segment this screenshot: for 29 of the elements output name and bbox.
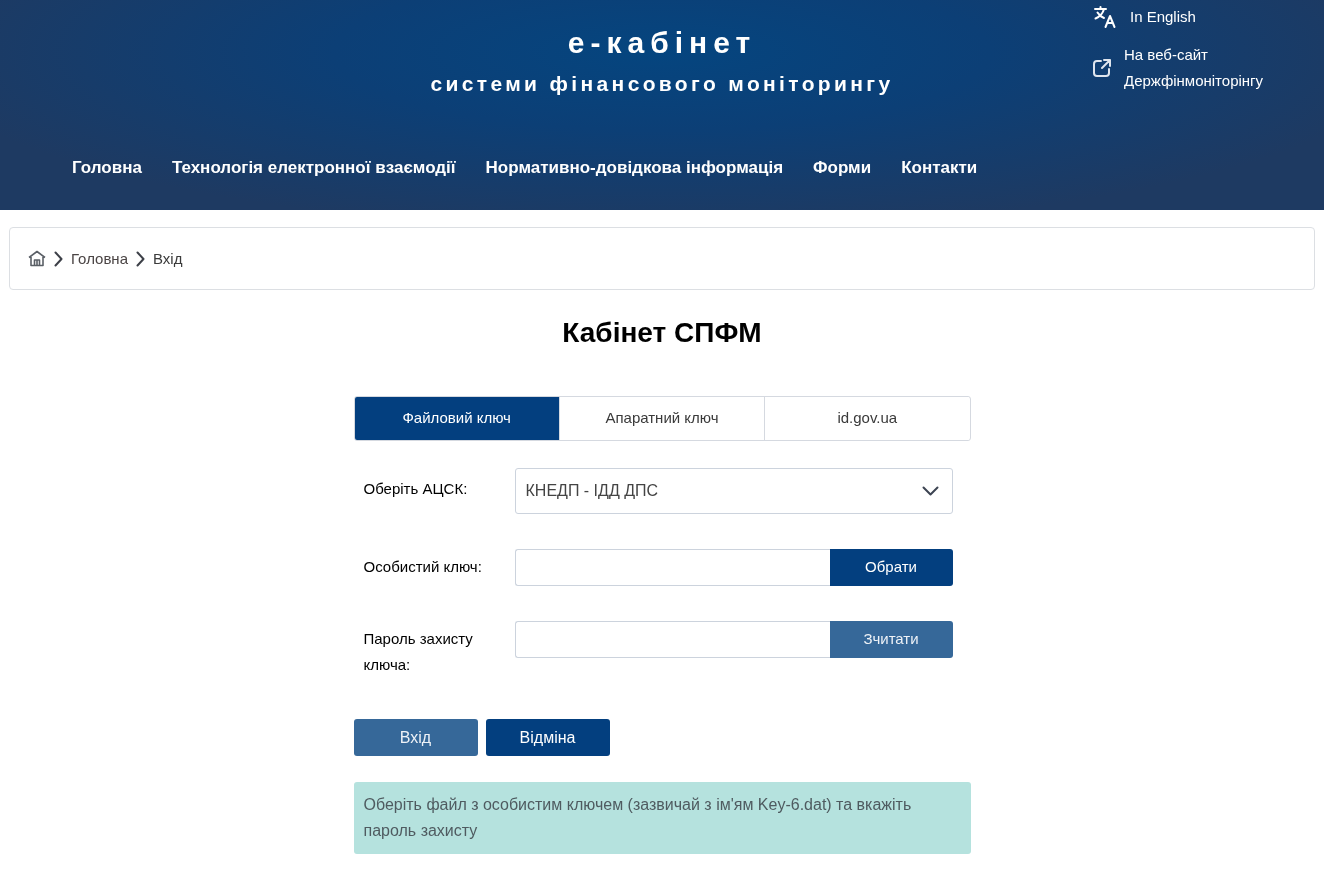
cancel-button[interactable]: Відміна [485,719,610,756]
nav-link[interactable]: Форми [813,155,872,181]
site-title: е-кабінет [567,25,757,61]
chevron-right-icon [54,250,63,267]
home-icon[interactable] [28,250,46,267]
translate-icon [1093,5,1117,29]
breadcrumb-current: Вхід [153,248,183,269]
field-label: Особистий ключ: [363,557,483,577]
external-link-icon [1093,59,1111,77]
field-label: Пароль захисту ключа: [363,629,474,675]
password-field[interactable] [514,621,830,658]
field-label: Оберіть АЦСК: [363,479,469,499]
nav-link[interactable]: Технологія електронної взаємодії [171,155,456,181]
external-site-link[interactable]: На веб-сайт Держфінмоніторінгу [1124,42,1289,94]
key-file-field[interactable] [514,549,830,586]
login-tab[interactable]: id.gov.ua [764,397,970,440]
hint-message: Оберіть файл з особистим ключем (зазвичай з ім'ям Key-6.dat) та вкажіть пароль захисту [353,782,971,854]
nav-link[interactable]: Головна [72,155,142,181]
chevron-down-icon [921,486,939,496]
ca-select[interactable]: КНЕДП - ІДД ДПС [514,468,953,514]
nav-link[interactable]: Контакти [901,155,978,181]
field-button[interactable]: Обрати [829,549,953,586]
breadcrumb-link[interactable]: Головна [71,247,128,270]
page-title: Кабінет СПФМ [562,316,762,350]
site-subtitle: системи фінансового моніторингу [430,71,894,97]
language-link[interactable]: In English [1130,4,1295,30]
login-tab[interactable]: Файловий ключ [354,397,559,440]
chevron-right-icon [136,250,145,267]
nav-link[interactable]: Нормативно-довідкова інформація [485,155,784,181]
